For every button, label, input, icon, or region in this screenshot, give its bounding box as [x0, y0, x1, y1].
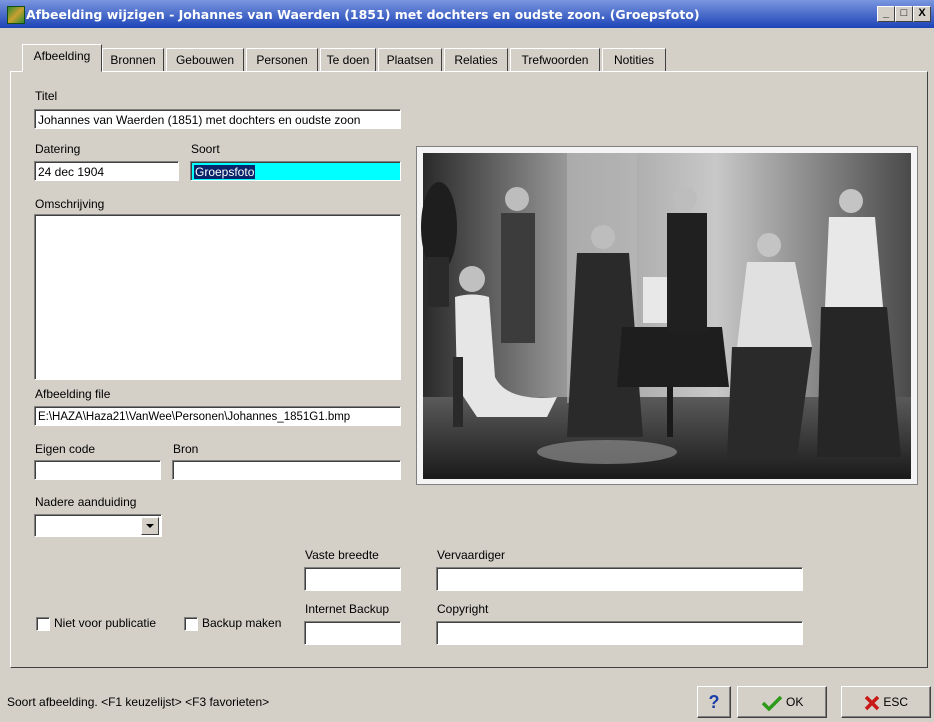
- triangle-down-icon: [146, 524, 154, 528]
- dropdown-button[interactable]: [141, 517, 159, 535]
- help-button[interactable]: ?: [697, 686, 731, 718]
- backup-maken-checkbox[interactable]: [184, 617, 198, 631]
- soort-field[interactable]: Groepsfoto: [190, 161, 401, 181]
- photo-preview: [416, 146, 918, 485]
- tab-te-doen[interactable]: Te doen: [320, 48, 376, 72]
- copyright-label: Copyright: [437, 602, 489, 616]
- vervaardiger-field[interactable]: [436, 567, 803, 591]
- nadere-aanduiding-label: Nadere aanduiding: [35, 495, 137, 509]
- datering-label: Datering: [35, 142, 81, 156]
- esc-label: ESC: [883, 695, 909, 709]
- minimize-button[interactable]: _: [877, 6, 895, 22]
- nadere-aanduiding-select[interactable]: [34, 514, 162, 537]
- omschrijving-label: Omschrijving: [35, 197, 105, 211]
- tab-trefwoorden[interactable]: Trefwoorden: [510, 48, 600, 72]
- tab-plaatsen[interactable]: Plaatsen: [378, 48, 442, 72]
- app-icon: [7, 6, 25, 24]
- maximize-button[interactable]: □: [895, 6, 913, 22]
- titel-field[interactable]: Johannes van Waerden (1851) met dochters…: [34, 109, 401, 129]
- eigen-code-label: Eigen code: [35, 442, 96, 456]
- datering-field[interactable]: 24 dec 1904: [34, 161, 179, 181]
- question-mark-icon: ?: [708, 692, 720, 712]
- ok-label: OK: [786, 695, 804, 709]
- vervaardiger-label: Vervaardiger: [437, 548, 506, 562]
- soort-value: Groepsfoto: [194, 165, 256, 179]
- esc-button[interactable]: ESC: [841, 686, 931, 718]
- vaste-breedte-label: Vaste breedte: [305, 548, 379, 562]
- omschrijving-textarea[interactable]: [34, 214, 401, 380]
- vaste-breedte-field[interactable]: [304, 567, 401, 591]
- tab-bronnen[interactable]: Bronnen: [102, 48, 164, 72]
- bron-label: Bron: [173, 442, 199, 456]
- titel-label: Titel: [35, 89, 58, 103]
- soort-label: Soort: [191, 142, 220, 156]
- afbeelding-file-field[interactable]: E:\HAZA\Haza21\VanWee\Personen\Johannes_…: [34, 406, 401, 426]
- tab-relaties[interactable]: Relaties: [444, 48, 508, 72]
- internet-backup-field[interactable]: [304, 621, 401, 645]
- niet-voor-publicatie-label: Niet voor publicatie: [54, 616, 157, 630]
- title-bar: Afbeelding wijzigen - Johannes van Waerd…: [0, 0, 934, 28]
- copyright-field[interactable]: [436, 621, 803, 645]
- ok-button[interactable]: OK: [737, 686, 827, 718]
- eigen-code-field[interactable]: [34, 460, 161, 480]
- group-photo-image: [421, 153, 911, 479]
- tab-gebouwen[interactable]: Gebouwen: [166, 48, 244, 72]
- status-hint: Soort afbeelding. <F1 keuzelijst> <F3 fa…: [7, 695, 270, 709]
- tab-afbeelding[interactable]: Afbeelding: [22, 44, 102, 72]
- backup-maken-label: Backup maken: [202, 616, 282, 630]
- bron-field[interactable]: [172, 460, 401, 480]
- niet-voor-publicatie-checkbox[interactable]: [36, 617, 50, 631]
- checkmark-icon: [761, 695, 782, 712]
- tab-notities[interactable]: Notities: [602, 48, 666, 72]
- close-button[interactable]: X: [913, 6, 931, 22]
- internet-backup-label: Internet Backup: [305, 602, 390, 616]
- red-x-icon: [864, 695, 880, 711]
- window-title: Afbeelding wijzigen - Johannes van Waerd…: [26, 7, 700, 22]
- afbeelding-file-label: Afbeelding file: [35, 387, 111, 401]
- tab-personen[interactable]: Personen: [246, 48, 318, 72]
